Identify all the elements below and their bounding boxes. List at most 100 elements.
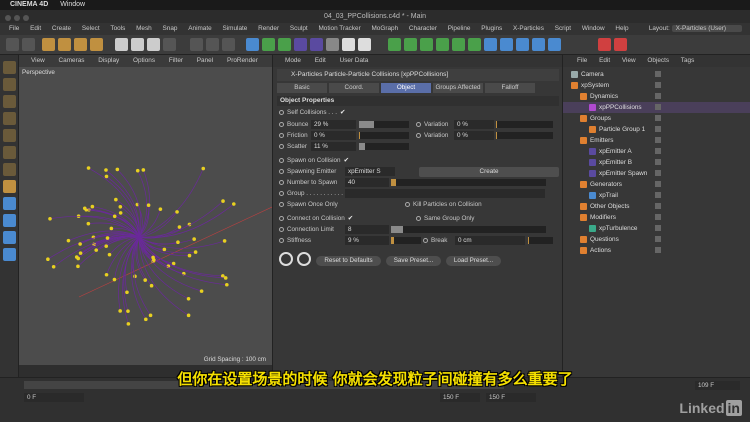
visibility-toggle-icon[interactable] <box>655 159 661 165</box>
visibility-toggle-icon[interactable] <box>655 115 661 121</box>
menu-sculpt[interactable]: Sculpt <box>290 25 308 32</box>
make-editable-icon[interactable] <box>3 61 16 74</box>
camera-icon[interactable] <box>342 38 355 51</box>
tab-basic[interactable]: Basic <box>277 83 327 93</box>
polygons-mode-icon[interactable] <box>3 163 16 176</box>
tweak-icon[interactable] <box>3 197 16 210</box>
attr-menu-edit[interactable]: Edit <box>315 57 326 64</box>
visibility-toggle-icon[interactable] <box>655 214 661 220</box>
vp-menu-cameras[interactable]: Cameras <box>59 57 85 64</box>
visibility-toggle-icon[interactable] <box>655 170 661 176</box>
visibility-toggle-icon[interactable] <box>655 126 661 132</box>
attr-menu-mode[interactable]: Mode <box>285 57 301 64</box>
menu-create[interactable]: Create <box>52 25 71 32</box>
help-icon[interactable] <box>297 252 311 266</box>
om-menu-edit[interactable]: Edit <box>599 57 610 64</box>
grid-icon[interactable] <box>3 248 16 261</box>
menu-simulate[interactable]: Simulate <box>222 25 247 32</box>
nurbs-icon[interactable] <box>278 38 291 51</box>
workplane-icon[interactable] <box>3 112 16 125</box>
layout-value[interactable]: X-Particles (User) <box>671 25 742 32</box>
menu-file[interactable]: File <box>9 25 19 32</box>
object-item[interactable]: xpPPCollisions <box>563 102 750 113</box>
xp-other-icon[interactable] <box>532 38 545 51</box>
visibility-toggle-icon[interactable] <box>655 82 661 88</box>
object-item[interactable]: Other Objects <box>563 201 750 212</box>
friction-field[interactable]: 0 % <box>311 131 356 140</box>
spawning-emitter-field[interactable]: xpEmitter S <box>345 167 395 176</box>
menu-character[interactable]: Character <box>409 25 437 32</box>
xp-questions-icon[interactable] <box>452 38 465 51</box>
vp-menu-options[interactable]: Options <box>133 57 155 64</box>
object-item[interactable]: xpEmitter A <box>563 146 750 157</box>
object-item[interactable]: xpEmitter Spawn <box>563 168 750 179</box>
scale-icon[interactable] <box>74 38 87 51</box>
object-item[interactable]: Camera <box>563 69 750 80</box>
start-frame-field[interactable]: 0 F <box>24 393 84 402</box>
environment-icon[interactable] <box>326 38 339 51</box>
model-mode-icon[interactable] <box>3 78 16 91</box>
max-frame-field[interactable]: 150 F <box>486 393 536 402</box>
tab-coord[interactable]: Coord. <box>329 83 379 93</box>
playback-controls[interactable] <box>540 393 690 402</box>
render-view-icon[interactable] <box>190 38 203 51</box>
deformer-icon[interactable] <box>310 38 323 51</box>
vp-menu-prorender[interactable]: ProRender <box>227 57 258 64</box>
xp-dynamics-icon[interactable] <box>500 38 513 51</box>
render-settings-icon[interactable] <box>222 38 235 51</box>
menu-mograph[interactable]: MoGraph <box>371 25 398 32</box>
x-axis-icon[interactable] <box>115 38 128 51</box>
object-item[interactable]: xpEmitter B <box>563 157 750 168</box>
app-menu[interactable]: CINEMA 4D <box>10 1 48 8</box>
menu-select[interactable]: Select <box>82 25 100 32</box>
spawn-on-collision-checkbox[interactable]: ✔ <box>344 156 349 166</box>
xp-modifiers-icon[interactable] <box>436 38 449 51</box>
object-item[interactable]: Generators <box>563 179 750 190</box>
select-icon[interactable] <box>42 38 55 51</box>
create-button[interactable]: Create <box>419 167 559 177</box>
visibility-toggle-icon[interactable] <box>655 148 661 154</box>
menu-help[interactable]: Help <box>615 25 628 32</box>
break-field[interactable]: 0 cm <box>455 236 525 245</box>
xp-material-icon[interactable] <box>548 38 561 51</box>
visibility-toggle-icon[interactable] <box>655 93 661 99</box>
visibility-toggle-icon[interactable] <box>655 236 661 242</box>
self-collisions-checkbox[interactable]: ✔ <box>340 108 345 118</box>
attr-menu-userdata[interactable]: User Data <box>340 57 369 64</box>
object-item[interactable]: Modifiers <box>563 212 750 223</box>
connection-limit-field[interactable]: 8 <box>345 225 389 234</box>
scatter-field[interactable]: 11 % <box>311 142 356 151</box>
friction-variation-field[interactable]: 0 % <box>454 131 494 140</box>
texture-mode-icon[interactable] <box>3 95 16 108</box>
visibility-toggle-icon[interactable] <box>655 71 661 77</box>
keyframe-icon[interactable] <box>614 38 627 51</box>
xp-emitter-icon[interactable] <box>404 38 417 51</box>
menu-render[interactable]: Render <box>258 25 279 32</box>
stiffness-slider[interactable] <box>391 237 421 244</box>
window-menu[interactable]: Window <box>60 1 85 8</box>
tab-groups-affected[interactable]: Groups Affected <box>433 83 483 93</box>
menu-snap[interactable]: Snap <box>163 25 178 32</box>
perspective-viewport[interactable]: Perspective Grid Spacing : 100 cm <box>19 67 272 365</box>
y-axis-icon[interactable] <box>131 38 144 51</box>
object-item[interactable]: Groups <box>563 113 750 124</box>
object-item[interactable]: xpTurbulence <box>563 223 750 234</box>
break-slider[interactable] <box>528 237 553 244</box>
group-field[interactable] <box>345 189 545 198</box>
xp-system-icon[interactable] <box>388 38 401 51</box>
connect-checkbox[interactable]: ✔ <box>348 214 353 224</box>
object-item[interactable]: Actions <box>563 245 750 256</box>
stiffness-field[interactable]: 9 % <box>345 236 389 245</box>
edges-mode-icon[interactable] <box>3 146 16 159</box>
render-picture-viewer-icon[interactable] <box>206 38 219 51</box>
xp-actions-icon[interactable] <box>468 38 481 51</box>
visibility-toggle-icon[interactable] <box>655 192 661 198</box>
layout-selector[interactable]: Layout: X-Particles (User) <box>640 24 742 34</box>
snap-icon[interactable] <box>3 214 16 227</box>
vp-menu-panel[interactable]: Panel <box>197 57 213 64</box>
menu-animate[interactable]: Animate <box>188 25 211 32</box>
bounce-variation-slider[interactable] <box>496 121 553 128</box>
spline-icon[interactable] <box>262 38 275 51</box>
object-item[interactable]: Particle Group 1 <box>563 124 750 135</box>
vp-menu-view[interactable]: View <box>31 57 45 64</box>
